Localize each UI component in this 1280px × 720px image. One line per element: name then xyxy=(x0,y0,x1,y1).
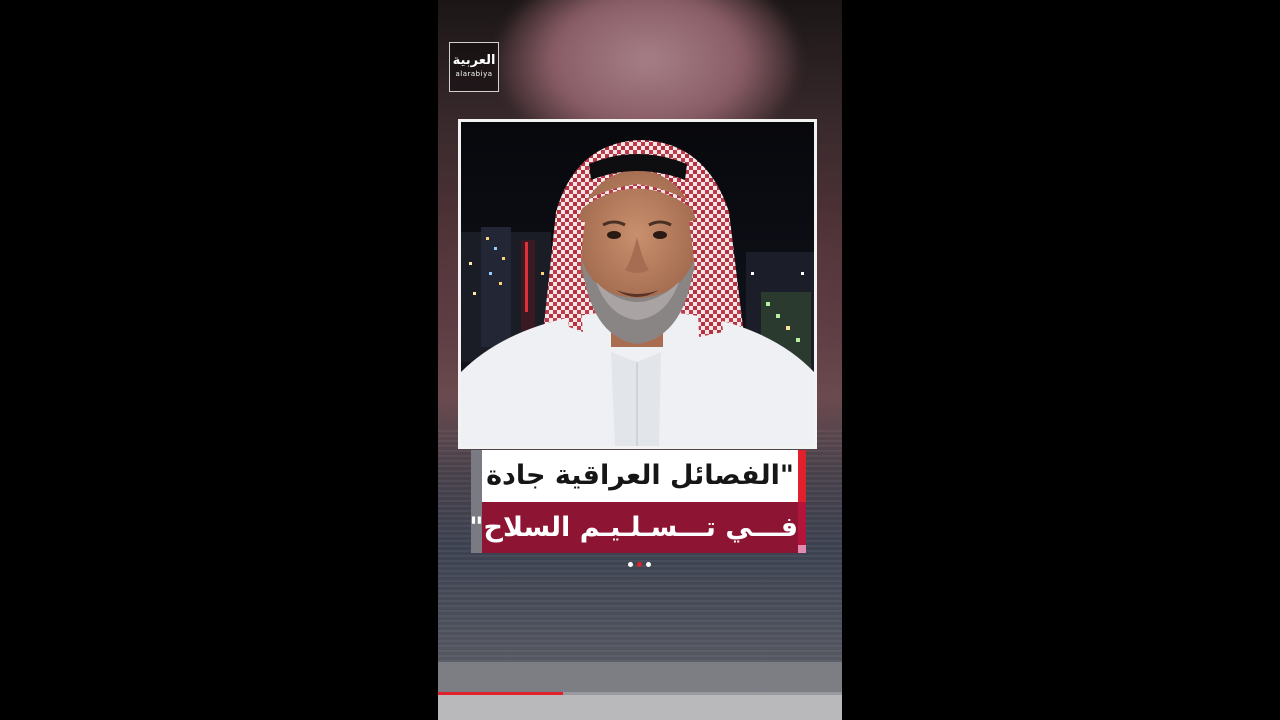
headline-caption: "الفصائل العراقية جادة فـــي تـــسـلـيـم… xyxy=(469,450,808,553)
speaker-photo xyxy=(458,119,817,449)
caption-accent-right-maroon xyxy=(798,502,806,545)
video-frame[interactable]: العربية alarabiya "الفصائل العراقية جادة… xyxy=(438,0,842,720)
caption-line-1: "الفصائل العراقية جادة xyxy=(482,450,798,502)
carousel-dot[interactable] xyxy=(628,562,633,567)
carousel-dot[interactable] xyxy=(646,562,651,567)
speaker-portrait-illustration xyxy=(461,122,814,446)
carousel-dot[interactable] xyxy=(637,562,642,567)
lower-band xyxy=(438,662,842,692)
caption-accent-right-red xyxy=(798,450,806,502)
carousel-dots xyxy=(626,561,654,569)
caption-line-2: فـــي تـــسـلـيـم السلاح" xyxy=(469,502,798,553)
bottom-band xyxy=(438,695,842,720)
caption-accent-right-pink xyxy=(798,545,806,553)
logo-arabic-text: العربية xyxy=(452,53,496,68)
logo-latin-text: alarabiya xyxy=(455,70,493,78)
alarabiya-logo-icon: العربية alarabiya xyxy=(449,42,499,92)
